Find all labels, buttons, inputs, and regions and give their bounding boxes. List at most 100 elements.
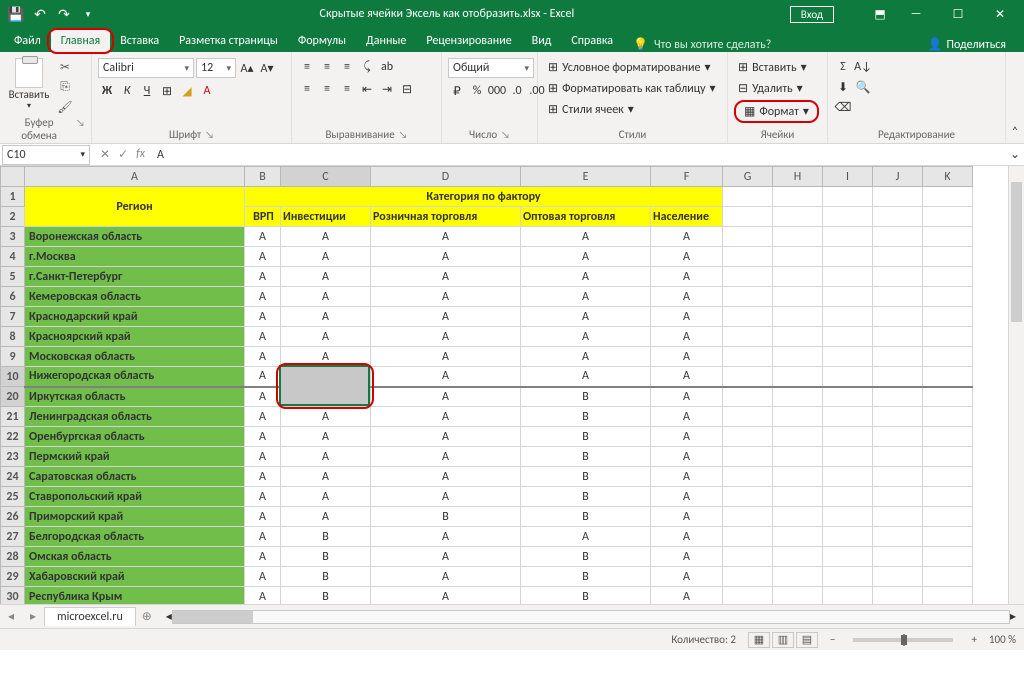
row-header[interactable]: 4 xyxy=(1,247,25,267)
tab-data[interactable]: Данные xyxy=(356,30,416,52)
row-header[interactable]: 24 xyxy=(1,467,25,487)
cell[interactable] xyxy=(923,287,973,307)
cell[interactable]: A xyxy=(281,227,371,247)
cell[interactable]: B xyxy=(521,567,651,587)
insert-cells-button[interactable]: ⊞ Вставить ▾ xyxy=(734,58,811,77)
cell-region[interactable]: Республика Крым xyxy=(25,587,245,605)
ribbon-options-icon[interactable]: ⬒ xyxy=(866,0,894,28)
cell[interactable] xyxy=(823,327,873,347)
cell[interactable]: A xyxy=(521,287,651,307)
col-header[interactable]: C xyxy=(281,167,371,187)
cell[interactable]: A xyxy=(371,427,521,447)
align-middle-icon[interactable]: ≡ xyxy=(318,58,336,76)
cell[interactable]: A xyxy=(371,487,521,507)
cell[interactable]: A xyxy=(245,267,281,287)
row-header[interactable]: 1 xyxy=(1,187,25,207)
increase-font-icon[interactable]: A▴ xyxy=(238,59,256,77)
cell[interactable]: A xyxy=(245,527,281,547)
cell[interactable]: A xyxy=(245,567,281,587)
cell-region[interactable]: Воронежская область xyxy=(25,227,245,247)
view-page-layout-icon[interactable]: ▥ xyxy=(772,632,794,648)
cell[interactable] xyxy=(873,407,923,427)
cell[interactable] xyxy=(773,307,823,327)
cell-region[interactable]: Приморский край xyxy=(25,507,245,527)
autosum-icon[interactable]: Σ xyxy=(834,58,852,76)
cell[interactable] xyxy=(923,227,973,247)
col-header[interactable]: H xyxy=(773,167,823,187)
cell[interactable] xyxy=(723,327,773,347)
tab-home[interactable]: Главная xyxy=(51,30,110,52)
cell[interactable]: A xyxy=(281,387,371,407)
sort-filter-icon[interactable]: A↓ xyxy=(854,58,872,76)
cell[interactable] xyxy=(823,587,873,605)
cell[interactable] xyxy=(773,407,823,427)
cell-region[interactable]: г.Москва xyxy=(25,247,245,267)
font-color-icon[interactable]: A xyxy=(198,82,216,100)
cell[interactable]: A xyxy=(245,507,281,527)
cell[interactable] xyxy=(923,247,973,267)
zoom-in-icon[interactable]: + xyxy=(971,633,976,646)
cell[interactable]: A xyxy=(521,327,651,347)
cell[interactable]: A xyxy=(521,367,651,387)
cell-styles-button[interactable]: ⊞ Стили ячеек ▾ xyxy=(544,100,638,119)
row-header[interactable]: 2 xyxy=(1,207,25,227)
cell[interactable] xyxy=(823,247,873,267)
cell[interactable] xyxy=(923,567,973,587)
cell[interactable] xyxy=(773,367,823,387)
align-center-icon[interactable]: ≡ xyxy=(318,80,336,98)
cell[interactable]: A xyxy=(371,327,521,347)
cell[interactable] xyxy=(873,207,923,227)
row-header[interactable]: 29 xyxy=(1,567,25,587)
cell[interactable] xyxy=(923,507,973,527)
orientation-icon[interactable]: ⤹ xyxy=(358,58,376,76)
cell[interactable]: A xyxy=(371,347,521,367)
cell[interactable]: A xyxy=(651,427,723,447)
cell[interactable]: A xyxy=(245,347,281,367)
cell[interactable]: A xyxy=(245,227,281,247)
cell[interactable]: A xyxy=(245,467,281,487)
cell[interactable] xyxy=(873,427,923,447)
cell[interactable] xyxy=(773,427,823,447)
cell[interactable] xyxy=(773,267,823,287)
cell[interactable] xyxy=(873,587,923,605)
cell[interactable]: A xyxy=(651,587,723,605)
enter-icon[interactable]: ✓ xyxy=(118,147,128,162)
cell[interactable]: A xyxy=(245,587,281,605)
cell[interactable]: A xyxy=(521,527,651,547)
cell[interactable] xyxy=(923,427,973,447)
cell[interactable] xyxy=(923,407,973,427)
row-header[interactable]: 23 xyxy=(1,447,25,467)
tab-page-layout[interactable]: Разметка страницы xyxy=(169,30,288,52)
cell[interactable]: A xyxy=(521,347,651,367)
cell[interactable] xyxy=(723,307,773,327)
cell-region[interactable]: Ленинградская область xyxy=(25,407,245,427)
cell[interactable] xyxy=(873,327,923,347)
align-bottom-icon[interactable]: ≡ xyxy=(338,58,356,76)
select-all-corner[interactable] xyxy=(1,167,25,187)
cut-icon[interactable]: ✂ xyxy=(56,58,74,76)
cell[interactable] xyxy=(773,507,823,527)
merge-icon[interactable]: ⊟ xyxy=(398,80,416,98)
cell[interactable]: A xyxy=(651,287,723,307)
cell[interactable]: B xyxy=(521,467,651,487)
cell[interactable] xyxy=(723,447,773,467)
paste-button[interactable]: Вставить ▾ xyxy=(6,58,52,111)
cell[interactable] xyxy=(923,447,973,467)
cell[interactable]: B xyxy=(521,547,651,567)
cell[interactable]: A xyxy=(245,307,281,327)
cell[interactable] xyxy=(823,267,873,287)
currency-icon[interactable]: ₽ xyxy=(448,82,466,100)
cell[interactable] xyxy=(723,467,773,487)
cell[interactable]: A xyxy=(651,567,723,587)
close-icon[interactable]: ✕ xyxy=(980,0,1020,28)
new-sheet-icon[interactable]: ⊕ xyxy=(136,609,158,624)
cell[interactable] xyxy=(923,527,973,547)
align-top-icon[interactable]: ≡ xyxy=(298,58,316,76)
minimize-icon[interactable]: — xyxy=(896,0,936,28)
cell[interactable]: A xyxy=(371,367,521,387)
cell[interactable] xyxy=(723,567,773,587)
cell[interactable] xyxy=(923,207,973,227)
cell[interactable] xyxy=(773,247,823,267)
row-header[interactable]: 3 xyxy=(1,227,25,247)
cell[interactable] xyxy=(823,387,873,407)
